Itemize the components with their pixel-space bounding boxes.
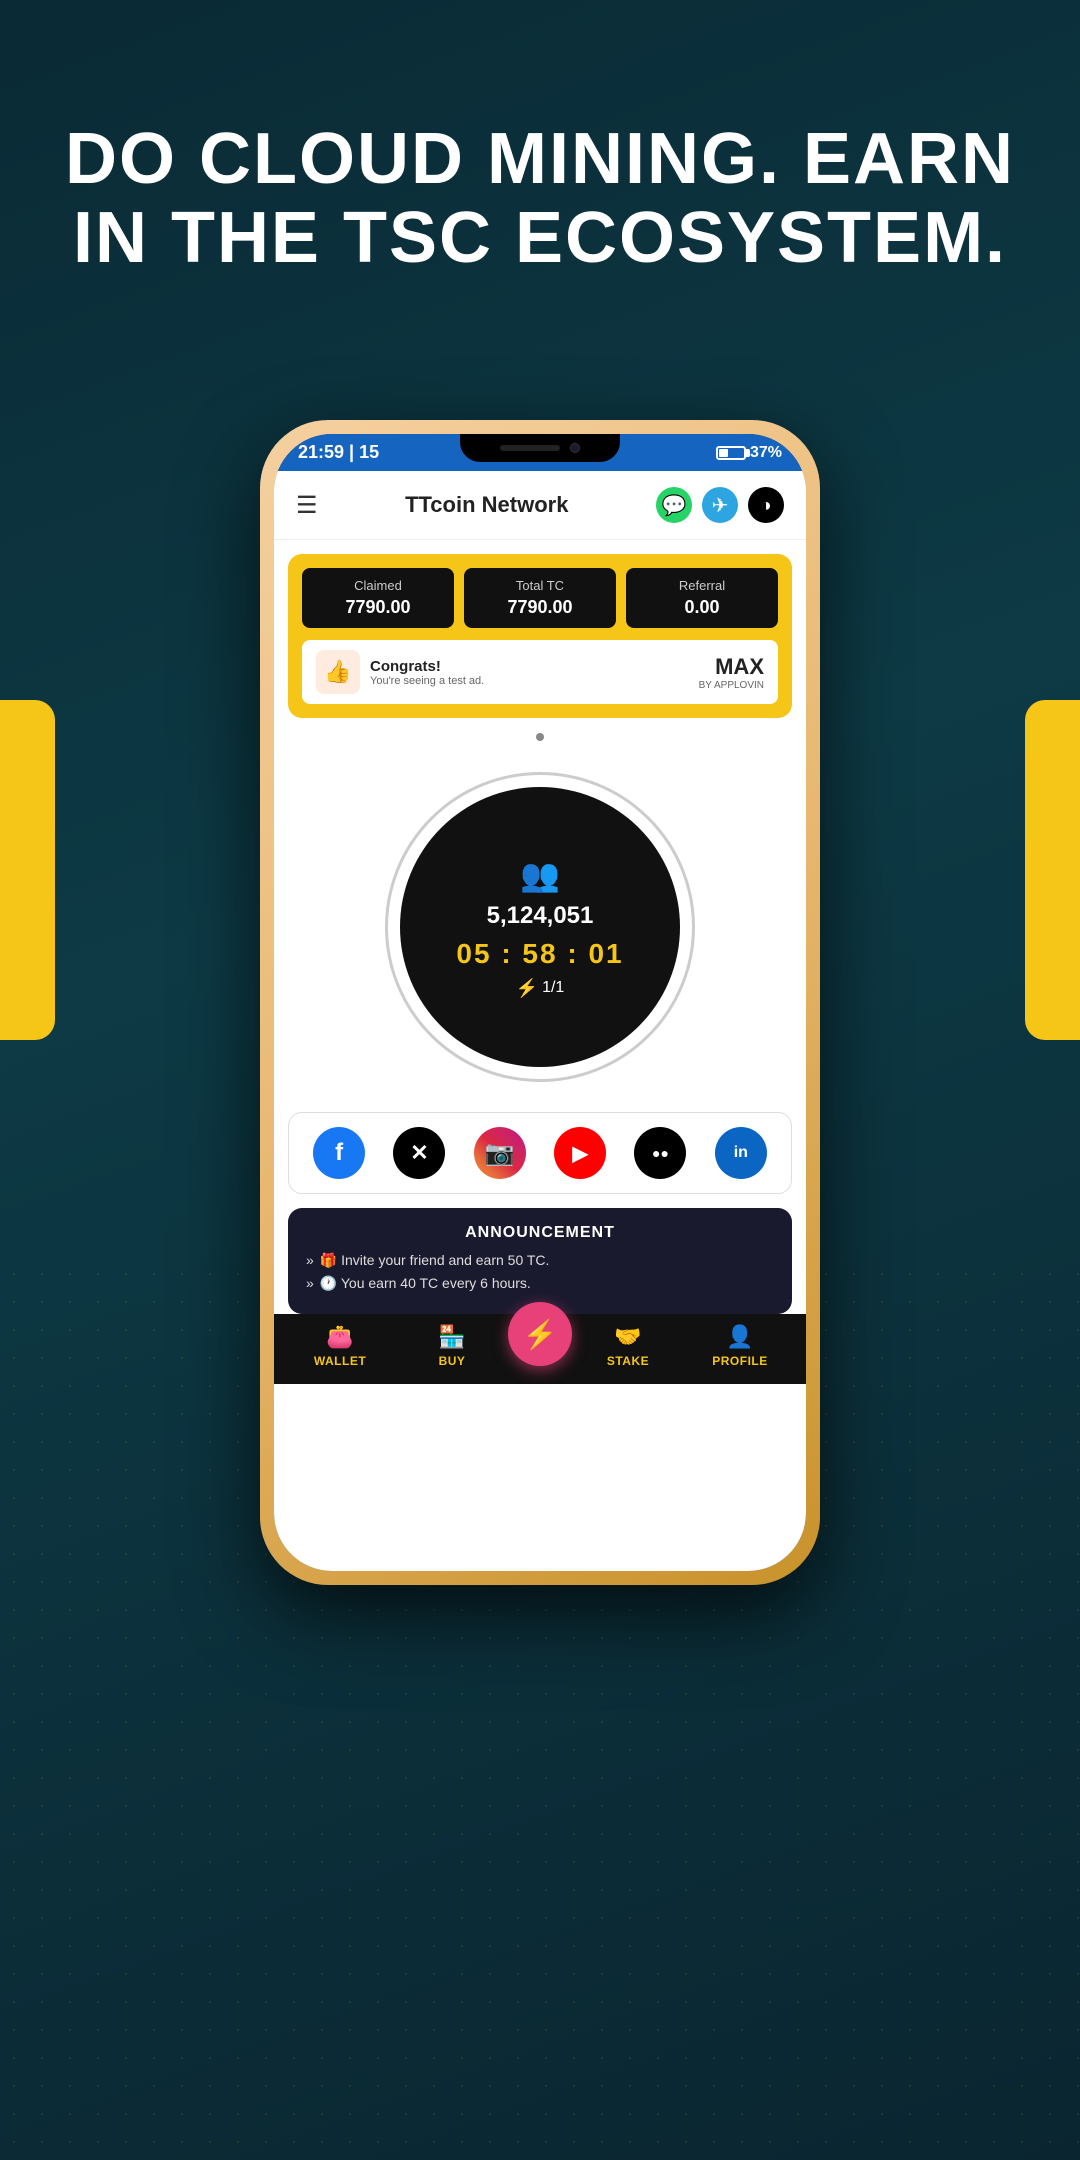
mining-timer: 05 : 58 : 01	[456, 938, 623, 970]
hero-text: DO CLOUD MINING. EARN IN THE TSC ECOSYST…	[60, 120, 1020, 278]
stat-claimed: Claimed 7790.00	[302, 568, 454, 628]
profile-label: PROFILE	[712, 1354, 768, 1368]
battery-icon	[716, 446, 746, 460]
nav-profile[interactable]: 👤 PROFILE	[684, 1324, 796, 1368]
notch	[460, 434, 620, 462]
ad-thumb: 👍	[316, 650, 360, 694]
stats-bar: Claimed 7790.00 Total TC 7790.00 Referra…	[288, 554, 792, 718]
battery-fill	[719, 449, 728, 457]
phone-outer: 21:59 | 15 37% ☰ TTcoin Netw	[260, 420, 820, 1585]
instagram-icon[interactable]: 📷	[474, 1127, 526, 1179]
notch-speaker	[500, 445, 560, 451]
nav-wallet[interactable]: 👛 WALLET	[284, 1324, 396, 1368]
ad-logo-by: BY APPLOVIN	[699, 680, 764, 691]
wallet-icon: 👛	[326, 1324, 353, 1350]
status-time: 21:59 | 15	[298, 442, 379, 463]
phone-wrapper: 21:59 | 15 37% ☰ TTcoin Netw	[260, 420, 820, 1585]
stat-total-tc: Total TC 7790.00	[464, 568, 616, 628]
total-tc-value: 7790.00	[472, 597, 608, 618]
buy-label: BUY	[439, 1354, 466, 1368]
slider-dot	[274, 718, 806, 752]
nav-stake[interactable]: 🤝 STAKE	[572, 1324, 684, 1368]
ann-text-2: 🕐 You earn 40 TC every 6 hours.	[320, 1275, 531, 1292]
linkedin-icon[interactable]: in	[715, 1127, 767, 1179]
boost-value: 1/1	[542, 979, 564, 997]
ad-text: Congrats! You're seeing a test ad.	[370, 658, 484, 687]
facebook-icon[interactable]: f	[313, 1127, 365, 1179]
ann-text-1: 🎁 Invite your friend and earn 50 TC.	[320, 1252, 550, 1269]
stake-label: STAKE	[607, 1354, 649, 1368]
lightning-icon: ⚡	[516, 978, 538, 999]
ttcoin-icon[interactable]: ◑	[748, 487, 784, 523]
side-bar-right	[1025, 700, 1080, 1040]
center-boost-button[interactable]: ⚡	[508, 1302, 572, 1366]
circle-outer[interactable]: 👥 5,124,051 05 : 58 : 01 ⚡ 1/1	[385, 772, 695, 1082]
claimed-value: 7790.00	[310, 597, 446, 618]
menu-icon[interactable]: ☰	[296, 491, 318, 520]
ad-congrats: Congrats!	[370, 658, 484, 675]
ad-sub: You're seeing a test ad.	[370, 675, 484, 687]
bottom-nav: 👛 WALLET 🏪 BUY ⚡ 🤝 STAKE 👤 PROFILE	[274, 1314, 806, 1384]
battery-pct: 37%	[750, 444, 782, 462]
ad-logo-max: MAX	[699, 654, 764, 680]
stats-row: Claimed 7790.00 Total TC 7790.00 Referra…	[302, 568, 778, 628]
stake-icon: 🤝	[614, 1324, 641, 1350]
announcement-title: ANNOUNCEMENT	[306, 1224, 774, 1242]
app-screen: ☰ TTcoin Network 💬 ✈ ◑ Claimed 7790.00	[274, 471, 806, 1571]
phone-inner: 21:59 | 15 37% ☰ TTcoin Netw	[274, 434, 806, 1571]
status-battery: 37%	[716, 444, 782, 462]
status-bar: 21:59 | 15 37%	[274, 434, 806, 471]
header-icons: 💬 ✈ ◑	[656, 487, 784, 523]
profile-icon: 👤	[726, 1324, 753, 1350]
mining-count: 5,124,051	[487, 902, 594, 930]
total-tc-label: Total TC	[472, 578, 608, 593]
buy-icon: 🏪	[438, 1324, 465, 1350]
telegram-icon[interactable]: ✈	[702, 487, 738, 523]
notch-camera	[570, 443, 580, 453]
claimed-label: Claimed	[310, 578, 446, 593]
youtube-icon[interactable]: ▶	[554, 1127, 606, 1179]
x-icon[interactable]: ✕	[393, 1127, 445, 1179]
announcement-item-2: » 🕐 You earn 40 TC every 6 hours.	[306, 1275, 774, 1292]
stat-referral: Referral 0.00	[626, 568, 778, 628]
mining-section: 👥 5,124,051 05 : 58 : 01 ⚡ 1/1	[274, 752, 806, 1112]
hero-line2: IN THE TSC ECOSYSTEM.	[60, 199, 1020, 278]
medium-icon[interactable]: ●●	[634, 1127, 686, 1179]
announcement-box: ANNOUNCEMENT » 🎁 Invite your friend and …	[288, 1208, 792, 1314]
wallet-label: WALLET	[314, 1354, 366, 1368]
ad-banner[interactable]: 👍 Congrats! You're seeing a test ad. MAX…	[302, 640, 778, 704]
circle-inner: 👥 5,124,051 05 : 58 : 01 ⚡ 1/1	[400, 787, 680, 1067]
ann-arrow-1: »	[306, 1252, 314, 1268]
referral-value: 0.00	[634, 597, 770, 618]
dot-indicator	[536, 733, 544, 741]
side-bar-left	[0, 700, 55, 1040]
referral-label: Referral	[634, 578, 770, 593]
mining-boost: ⚡ 1/1	[516, 978, 565, 999]
announcement-item-1: » 🎁 Invite your friend and earn 50 TC.	[306, 1252, 774, 1269]
nav-buy[interactable]: 🏪 BUY	[396, 1324, 508, 1368]
hero-line1: DO CLOUD MINING. EARN	[60, 120, 1020, 199]
ad-logo: MAX BY APPLOVIN	[699, 654, 764, 691]
social-bar: f ✕ 📷 ▶ ●● in	[288, 1112, 792, 1194]
whatsapp-icon[interactable]: 💬	[656, 487, 692, 523]
users-icon: 👥	[520, 856, 560, 894]
app-title: TTcoin Network	[405, 492, 568, 518]
ann-arrow-2: »	[306, 1275, 314, 1291]
ad-left: 👍 Congrats! You're seeing a test ad.	[316, 650, 484, 694]
app-header: ☰ TTcoin Network 💬 ✈ ◑	[274, 471, 806, 540]
